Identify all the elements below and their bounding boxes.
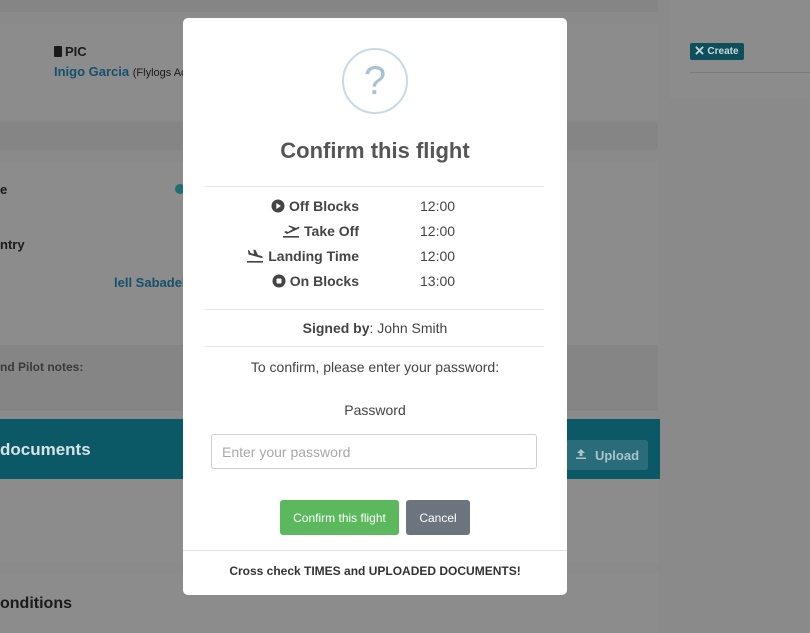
upload-icon — [575, 448, 587, 463]
divider — [205, 309, 544, 310]
question-icon: ? — [342, 48, 408, 114]
info-label-1: e — [0, 182, 8, 197]
time-row-off-blocks: Off Blocks 12:00 — [183, 198, 567, 220]
time-label: Take Off — [304, 223, 359, 239]
divider — [183, 550, 567, 551]
cancel-button[interactable]: Cancel — [406, 500, 470, 535]
divider — [205, 186, 544, 187]
time-value: 12:00 — [420, 198, 456, 214]
pic-name[interactable]: Inigo Garcia (Flylogs Ac — [54, 64, 187, 79]
top-card-edge — [0, 0, 658, 12]
plane-arrival-icon — [246, 249, 264, 263]
confirm-flight-button[interactable]: Confirm this flight — [280, 500, 399, 535]
time-label: Off Blocks — [288, 198, 359, 214]
pic-label: PIC — [54, 44, 87, 59]
confirm-prompt: To confirm, please enter your password: — [250, 359, 500, 375]
create-button[interactable]: Create — [690, 43, 744, 60]
confirm-flight-modal: ? Confirm this flight Off Blocks 12:00 T… — [183, 18, 567, 595]
time-row-on-blocks: On Blocks 13:00 — [183, 273, 567, 295]
time-value: 13:00 — [420, 273, 456, 289]
right-divider — [690, 72, 810, 73]
time-label: Landing Time — [268, 248, 359, 264]
pilot-notes-label: nd Pilot notes: — [0, 360, 84, 374]
stop-circle-icon — [272, 274, 286, 288]
info-label-country: ntry — [0, 237, 25, 252]
password-input[interactable] — [211, 434, 537, 469]
time-value: 12:00 — [420, 248, 456, 264]
time-value: 12:00 — [420, 223, 456, 239]
signed-by-name: : John Smith — [369, 320, 448, 336]
time-row-take-off: Take Off 12:00 — [183, 223, 567, 245]
pic-org: (Flylogs Ac — [132, 67, 187, 79]
time-row-landing: Landing Time 12:00 — [183, 248, 567, 270]
footer-note: Cross check TIMES and UPLOADED DOCUMENTS… — [229, 564, 521, 578]
play-circle-icon — [271, 199, 285, 213]
create-label: Create — [707, 46, 739, 57]
upload-label: Upload — [594, 447, 640, 463]
signed-by-label: Signed by — [302, 320, 370, 336]
plane-departure-icon — [282, 224, 300, 238]
documents-title: documents — [0, 440, 91, 459]
question-glyph: ? — [363, 58, 387, 103]
conditions-title: onditions — [0, 595, 72, 612]
upload-button[interactable]: Upload — [566, 440, 648, 470]
tools-icon — [695, 45, 705, 58]
divider — [205, 346, 544, 347]
password-label: Password — [344, 402, 406, 418]
modal-title: Confirm this flight — [280, 138, 470, 163]
signed-by: Signed by: John Smith — [183, 320, 567, 336]
crew-link[interactable]: lell Sabadel — [114, 275, 186, 290]
id-card-icon — [54, 46, 62, 57]
time-label: On Blocks — [289, 273, 359, 289]
